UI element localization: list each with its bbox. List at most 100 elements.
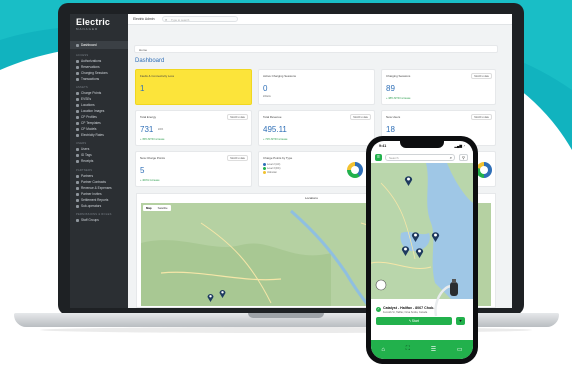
station-name: Catalyst - Halifax - 8067 Chob...	[383, 306, 437, 310]
receipt-icon	[76, 77, 79, 81]
map-title: Locations	[305, 196, 318, 200]
map-nav-icon[interactable]: ⛶	[406, 346, 410, 353]
total-energy-unit: kWh	[158, 128, 164, 131]
sidebar-item-locations[interactable]: Locations	[76, 103, 95, 107]
page-title: Dashboard	[135, 58, 165, 64]
phone-search-input[interactable]: Search ⌕	[385, 154, 455, 161]
total-energy-trend: + 35% MTD Increase	[140, 138, 165, 141]
charging-sessions-trend: + 38% MTD Increase	[386, 97, 411, 100]
map-tab-map[interactable]: Map	[143, 205, 155, 211]
new-charge-points-period-select[interactable]: Month to date	[227, 155, 248, 161]
sidebar-item-evses[interactable]: EVSEs	[76, 97, 91, 101]
template-icon	[76, 121, 79, 125]
total-revenue-value: 495.11	[263, 125, 287, 134]
sidebar-item-partner-contracts[interactable]: Partner Contracts	[76, 180, 106, 184]
sidebar-item-partner-invites[interactable]: Partner Invites	[76, 192, 102, 196]
sidebar-item-partners[interactable]: Partners	[76, 174, 93, 178]
sidebar-item-receipts[interactable]: Receipts	[76, 159, 93, 163]
group-icon	[76, 218, 79, 222]
sidebar-item-authorizations[interactable]: Authorizations	[76, 59, 101, 63]
sidebar-item-cp-models[interactable]: CP Models	[76, 127, 97, 131]
station-pin-icon[interactable]	[411, 231, 420, 242]
legend-dot-icon	[263, 171, 266, 174]
search-icon: ⌕	[165, 17, 168, 22]
active-sessions-value: 0	[263, 84, 268, 93]
search-placeholder: Type to search	[171, 18, 190, 22]
menu-icon[interactable]: ≡	[375, 154, 382, 161]
sidebar-item-dashboard[interactable]: Dashboard	[76, 43, 97, 47]
total-energy-value: 731	[140, 125, 154, 134]
plug-icon	[76, 97, 79, 101]
report-icon	[76, 198, 79, 202]
total-energy-period-select[interactable]: Month to date	[227, 114, 248, 120]
phone-search-placeholder: Search	[389, 156, 399, 160]
new-users-period-select[interactable]: Month to date	[471, 114, 492, 120]
sidebar-section-permissions: PERMISSIONS & ROLES	[76, 213, 112, 216]
map-type-tabs: Map Satellite	[143, 205, 171, 211]
legend-dot-icon	[263, 163, 266, 166]
image-icon	[76, 109, 79, 113]
usage-donut	[476, 162, 492, 178]
sidebar: Electric MANAGER Dashboard ACCESS Author…	[70, 14, 128, 308]
sidebar-item-location-images[interactable]: Location Images	[76, 109, 104, 113]
charging-sessions-value: 89	[386, 84, 395, 93]
sidebar-section-partners: PARTNERS	[76, 169, 93, 172]
new-users-value: 18	[386, 125, 395, 134]
charging-sessions-period-select[interactable]: Month to date	[471, 73, 492, 79]
sidebar-item-cp-profiles[interactable]: CP Profiles	[76, 115, 97, 119]
legend-level3: Level 3 (DC)	[263, 167, 280, 170]
active-sessions-label: Active Charging Sessions	[263, 74, 296, 78]
breadcrumb: Home	[134, 45, 498, 53]
phone-time: 9:41	[379, 144, 387, 148]
model-icon	[76, 127, 79, 131]
sidebar-item-revenue-expenses[interactable]: Revenue & Expenses	[76, 186, 112, 190]
total-revenue-trend: + 72% MTD Increase	[263, 138, 288, 141]
station-pin-icon[interactable]	[431, 231, 440, 242]
faults-card[interactable]: Faults & Connectivity Loss 1	[135, 69, 252, 105]
sidebar-item-reservations[interactable]: Reservations	[76, 65, 100, 69]
breadcrumb-home[interactable]: Home	[139, 48, 147, 52]
map-tab-satellite[interactable]: Satellite	[155, 205, 171, 211]
sidebar-section-users: USERS	[76, 142, 87, 145]
charging-sessions-card[interactable]: Charging Sessions Month to date 89 + 38%…	[381, 69, 496, 105]
sidebar-item-settlement-reports[interactable]: Settlement Reports	[76, 198, 108, 202]
total-energy-card[interactable]: Total Energy Month to date 731 kWh + 35%…	[135, 110, 252, 146]
new-charge-points-card[interactable]: New Charge Points Month to date 5 + 400%…	[135, 151, 252, 187]
sidebar-item-id-tags[interactable]: ID Tags	[76, 153, 92, 157]
total-revenue-card[interactable]: Total Revenue Month to date 495.11 + 72%…	[258, 110, 375, 146]
sidebar-item-charging-sessions[interactable]: Charging Sessions	[76, 71, 108, 75]
search-input[interactable]: ⌕ Type to search	[162, 16, 238, 22]
map-pin-icon[interactable]	[219, 289, 226, 298]
charge-points-by-type-card[interactable]: Charge Points by Type Level 2 (AC) Level…	[258, 151, 375, 187]
sidebar-item-users[interactable]: Users	[76, 147, 89, 151]
dashboard-icon	[76, 43, 79, 47]
total-revenue-label: Total Revenue	[263, 115, 282, 119]
sidebar-item-electricity-rates[interactable]: Electricity Rates	[76, 133, 104, 137]
wallet-icon[interactable]: ▭	[457, 346, 463, 353]
active-sessions-card[interactable]: Active Charging Sessions 0 kWatts	[258, 69, 375, 105]
legend-level2: Level 2 (AC)	[263, 163, 280, 166]
brand-logo[interactable]: Electric	[76, 17, 110, 27]
home-icon[interactable]: ⌂	[381, 347, 385, 353]
user-icon	[76, 147, 79, 151]
station-pin-icon[interactable]	[404, 175, 413, 186]
station-pin-icon[interactable]	[415, 247, 424, 258]
sidebar-item-cp-templates[interactable]: CP Templates	[76, 121, 101, 125]
active-sessions-unit: kWatts	[263, 95, 271, 98]
map-pin-icon[interactable]	[207, 293, 214, 302]
sidebar-item-charge-points[interactable]: Charge Points	[76, 91, 101, 95]
list-icon[interactable]: ☰	[431, 346, 436, 353]
new-charge-points-value: 5	[140, 166, 145, 175]
sidebar-item-sub-operators[interactable]: Sub-operators	[76, 204, 101, 208]
station-address: Fenwick St, Halifax, Nova Scotia, Canada	[383, 311, 428, 314]
plug-icon	[76, 91, 79, 95]
total-revenue-period-select[interactable]: Month to date	[350, 114, 371, 120]
sidebar-item-transactions[interactable]: Transactions	[76, 77, 99, 81]
sidebar-item-staff-groups[interactable]: Staff Groups	[76, 218, 99, 222]
legend-dot-icon	[263, 167, 266, 170]
station-pin-icon[interactable]	[401, 245, 410, 256]
calendar-icon	[76, 65, 79, 69]
profile-icon	[76, 115, 79, 119]
available-check-icon: ✓	[376, 307, 381, 312]
filter-icon[interactable]: ⚲	[459, 154, 468, 161]
